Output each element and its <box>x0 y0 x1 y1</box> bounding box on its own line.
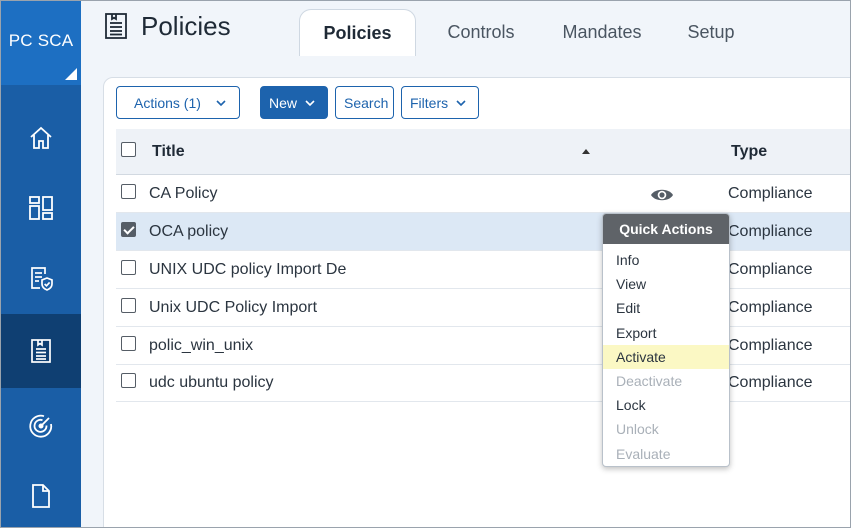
table-row[interactable]: udc ubuntu policy Compliance <box>116 364 850 402</box>
dashboard-icon <box>29 196 53 220</box>
menu-item-edit[interactable]: Edit <box>603 296 729 320</box>
tab-policies[interactable]: Policies <box>299 9 416 56</box>
home-icon <box>30 126 52 149</box>
filters-label: Filters <box>410 94 449 111</box>
tab-controls[interactable]: Controls <box>431 9 531 56</box>
policy-type: Compliance <box>728 185 813 202</box>
corner-triangle-icon <box>65 68 77 80</box>
file-icon <box>32 484 50 508</box>
chevron-down-icon <box>305 99 315 106</box>
table-row[interactable]: polic_win_unix Compliance <box>116 327 850 365</box>
column-header-type[interactable]: Type <box>731 143 767 161</box>
actions-dropdown-button[interactable]: Actions (1) <box>116 86 240 119</box>
actions-label: Actions (1) <box>134 94 201 111</box>
quick-actions-menu: Quick Actions Info View Edit Export Acti… <box>602 213 730 467</box>
menu-item-info[interactable]: Info <box>603 248 729 272</box>
menu-item-evaluate: Evaluate <box>616 445 671 462</box>
policy-title[interactable]: udc ubuntu policy <box>149 374 274 392</box>
sidebar-item-policies[interactable] <box>1 314 81 388</box>
compliance-report-icon <box>31 267 53 291</box>
sidebar: PC SCA <box>1 1 81 527</box>
column-header-title[interactable]: Title <box>152 143 185 161</box>
brand-switcher[interactable]: PC SCA <box>1 1 81 85</box>
table-row[interactable]: OCA policy Compliance <box>116 213 850 251</box>
menu-item-deactivate: Deactivate <box>616 373 683 390</box>
sidebar-item-scans[interactable] <box>1 389 81 463</box>
policy-title[interactable]: polic_win_unix <box>149 337 253 355</box>
sort-ascending-icon[interactable] <box>582 149 590 154</box>
row-checkbox[interactable] <box>121 298 136 313</box>
app-window: PC SCA Policies Policies Controls Mandat… <box>0 0 851 528</box>
policy-title[interactable]: OCA policy <box>149 223 228 241</box>
row-checkbox[interactable] <box>121 260 136 275</box>
chevron-down-icon <box>216 99 226 106</box>
policy-document-icon <box>105 13 127 39</box>
policy-document-icon <box>31 339 51 363</box>
row-checkbox[interactable] <box>121 373 136 388</box>
scan-radar-icon <box>29 414 53 438</box>
tab-setup[interactable]: Setup <box>671 9 751 56</box>
policy-type: Compliance <box>728 261 813 278</box>
policy-title[interactable]: UNIX UDC policy Import De <box>149 261 346 279</box>
chevron-down-icon <box>456 99 466 106</box>
eye-icon[interactable] <box>650 186 674 204</box>
quick-actions-title: Quick Actions <box>603 214 729 244</box>
select-all-checkbox[interactable] <box>121 142 136 157</box>
table-row[interactable]: UNIX UDC policy Import De Compliance <box>116 251 850 289</box>
sidebar-item-reports[interactable] <box>1 459 81 527</box>
policy-type: Compliance <box>728 223 813 240</box>
filters-dropdown-button[interactable]: Filters <box>401 86 479 119</box>
sidebar-item-compliance[interactable] <box>1 241 81 315</box>
page-title: Policies <box>141 11 231 41</box>
policy-title[interactable]: CA Policy <box>149 185 217 203</box>
table-row[interactable]: Unix UDC Policy Import Compliance <box>116 289 850 327</box>
menu-item-export[interactable]: Export <box>603 321 729 345</box>
new-label: New <box>269 94 298 111</box>
search-label: Search <box>344 94 389 111</box>
row-checkbox[interactable] <box>121 222 136 237</box>
sidebar-item-dashboard[interactable] <box>1 171 81 245</box>
policy-type: Compliance <box>728 299 813 316</box>
menu-item-lock[interactable]: Lock <box>603 393 729 417</box>
tab-mandates[interactable]: Mandates <box>549 9 655 56</box>
sidebar-item-home[interactable] <box>1 101 81 175</box>
brand-label: PC SCA <box>8 31 74 50</box>
policy-type: Compliance <box>728 374 813 391</box>
menu-item-unlock: Unlock <box>616 421 659 438</box>
menu-item-activate[interactable]: Activate <box>603 344 729 369</box>
search-button[interactable]: Search <box>335 86 394 119</box>
new-dropdown-button[interactable]: New <box>260 86 328 119</box>
policy-title[interactable]: Unix UDC Policy Import <box>149 299 317 317</box>
table-header: Title Type <box>116 129 850 175</box>
row-checkbox[interactable] <box>121 184 136 199</box>
menu-item-view[interactable]: View <box>603 272 729 296</box>
table-row[interactable]: CA Policy Compliance <box>116 175 850 213</box>
policy-type: Compliance <box>728 337 813 354</box>
row-checkbox[interactable] <box>121 336 136 351</box>
